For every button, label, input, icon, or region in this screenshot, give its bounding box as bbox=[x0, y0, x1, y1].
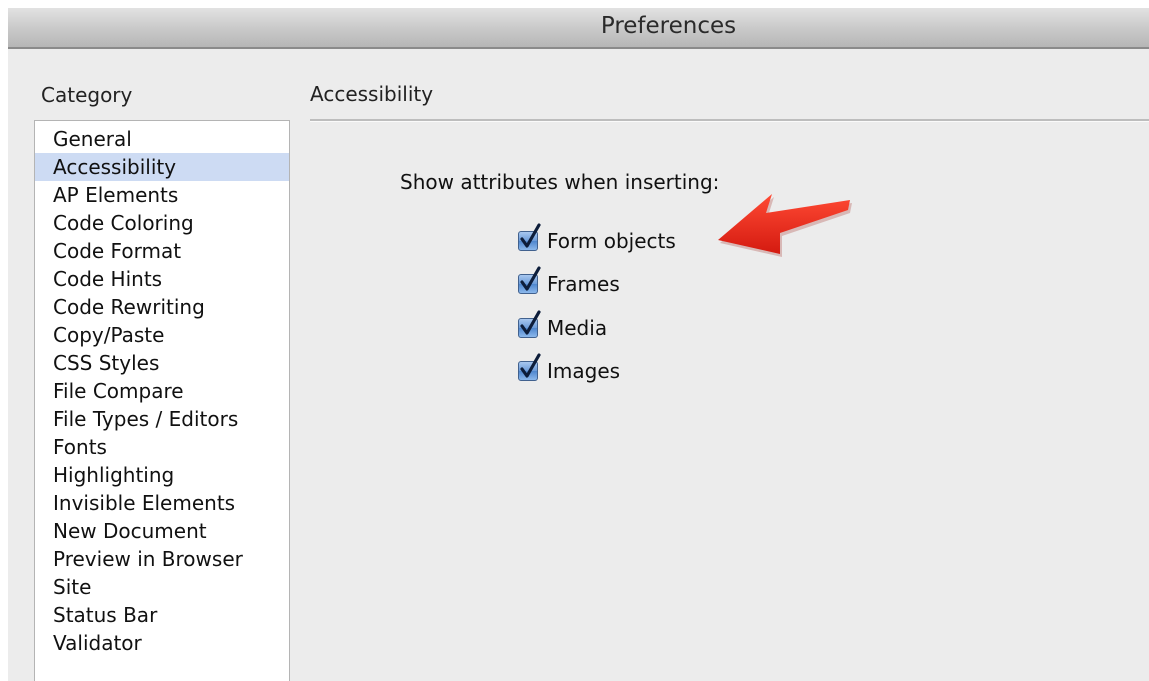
category-item-status-bar[interactable]: Status Bar bbox=[35, 601, 289, 629]
window-title: Preferences bbox=[600, 13, 737, 39]
images-label: Images bbox=[547, 359, 621, 383]
category-item-code-hints[interactable]: Code Hints bbox=[35, 265, 289, 293]
category-item-preview-in-browser[interactable]: Preview in Browser bbox=[35, 545, 289, 573]
show-attributes-label: Show attributes when inserting: bbox=[400, 170, 720, 194]
media-checkbox[interactable] bbox=[518, 310, 541, 338]
media-label: Media bbox=[547, 316, 608, 340]
checkmark-icon bbox=[520, 266, 541, 291]
option-images[interactable]: Images bbox=[518, 353, 621, 386]
category-item-css-styles[interactable]: CSS Styles bbox=[35, 349, 289, 377]
red-arrow-icon bbox=[718, 194, 852, 257]
category-item-new-document[interactable]: New Document bbox=[35, 517, 289, 545]
title-bar[interactable]: Preferences bbox=[8, 8, 1149, 49]
category-item-general[interactable]: General bbox=[35, 125, 289, 153]
category-item-ap-elements[interactable]: AP Elements bbox=[35, 181, 289, 209]
category-item-code-rewriting[interactable]: Code Rewriting bbox=[35, 293, 289, 321]
category-item-code-coloring[interactable]: Code Coloring bbox=[35, 209, 289, 237]
category-item-file-types-editors[interactable]: File Types / Editors bbox=[35, 405, 289, 433]
option-media[interactable]: Media bbox=[518, 310, 608, 343]
panel-heading: Accessibility bbox=[310, 82, 434, 106]
preferences-window: Preferences Category General Accessibili… bbox=[8, 8, 1149, 681]
images-checkbox[interactable] bbox=[518, 353, 541, 381]
category-item-file-compare[interactable]: File Compare bbox=[35, 377, 289, 405]
category-item-code-format[interactable]: Code Format bbox=[35, 237, 289, 265]
checkmark-icon bbox=[520, 310, 541, 335]
option-frames[interactable]: Frames bbox=[518, 266, 620, 299]
category-list[interactable]: General Accessibility AP Elements Code C… bbox=[34, 120, 290, 681]
category-item-accessibility[interactable]: Accessibility bbox=[35, 153, 289, 181]
panel-divider bbox=[310, 119, 1149, 122]
option-form-objects[interactable]: Form objects bbox=[518, 223, 676, 256]
category-item-fonts[interactable]: Fonts bbox=[35, 433, 289, 461]
checkmark-icon bbox=[520, 223, 541, 248]
frames-label: Frames bbox=[547, 272, 620, 296]
category-item-copy-paste[interactable]: Copy/Paste bbox=[35, 321, 289, 349]
category-label: Category bbox=[41, 83, 133, 107]
category-item-highlighting[interactable]: Highlighting bbox=[35, 461, 289, 489]
frames-checkbox[interactable] bbox=[518, 266, 541, 294]
form-objects-label: Form objects bbox=[547, 229, 676, 253]
category-item-validator[interactable]: Validator bbox=[35, 629, 289, 657]
category-item-site[interactable]: Site bbox=[35, 573, 289, 601]
form-objects-checkbox[interactable] bbox=[518, 223, 541, 251]
category-item-invisible-elements[interactable]: Invisible Elements bbox=[35, 489, 289, 517]
checkmark-icon bbox=[520, 353, 541, 378]
